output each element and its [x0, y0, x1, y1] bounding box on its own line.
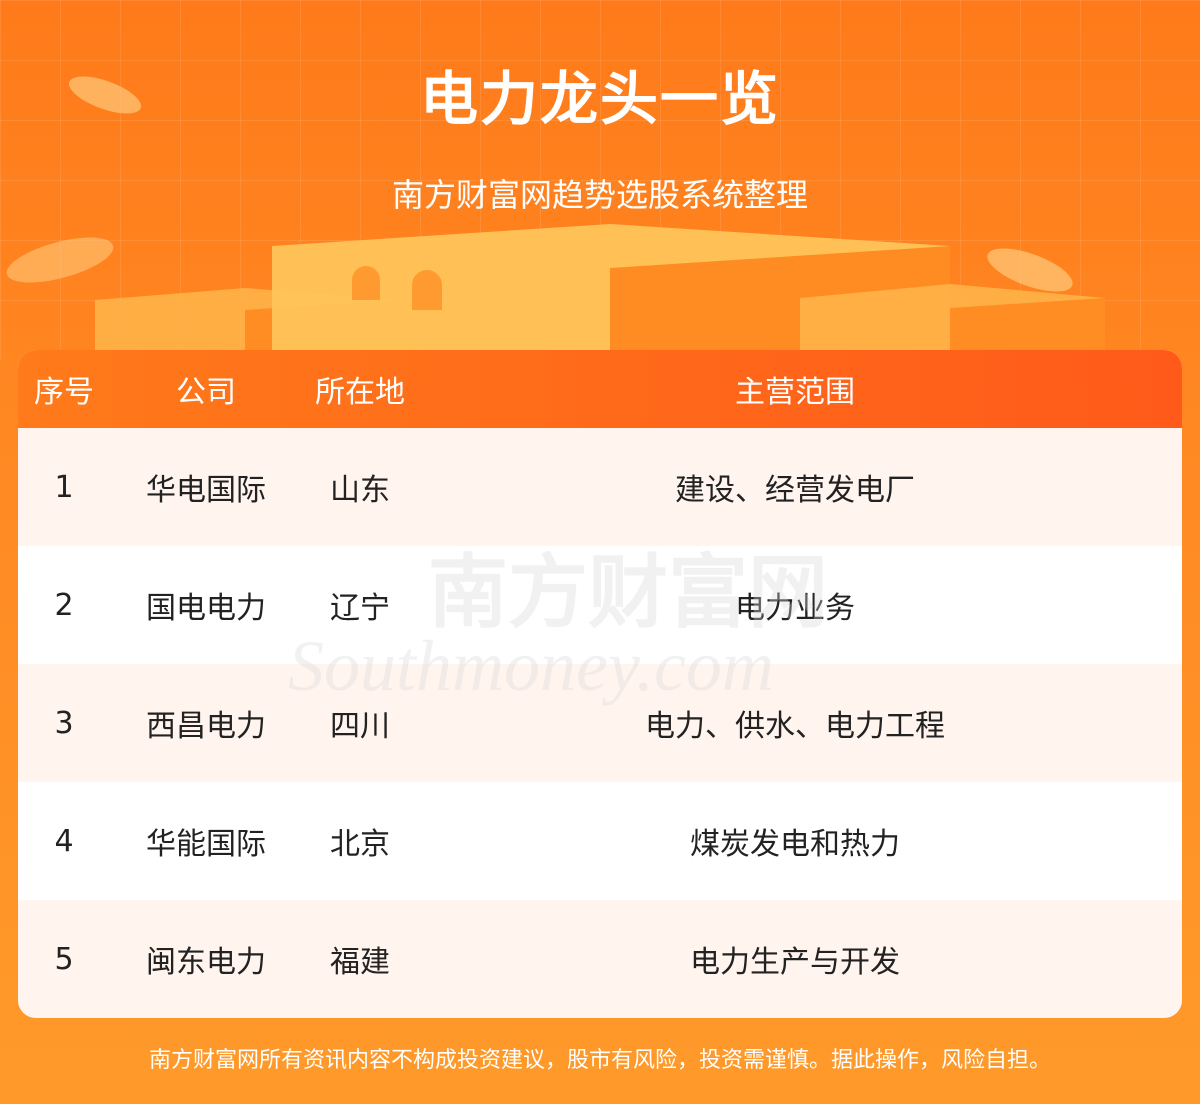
column-header-business: 主营范围	[735, 375, 855, 410]
row-location: 辽宁	[330, 591, 390, 626]
row-location: 北京	[330, 827, 390, 862]
row-no: 3	[54, 705, 74, 741]
row-location: 山东	[330, 473, 390, 508]
row-location: 四川	[330, 709, 390, 744]
data-table: 序号 公司 所在地 主营范围 1 华电国际 山东 建设、经营发电厂 2 国电电力…	[18, 350, 1182, 1018]
row-business: 煤炭发电和热力	[690, 827, 900, 862]
table-row: 1 华电国际 山东 建设、经营发电厂	[18, 428, 1182, 546]
table-row: 2 国电电力 辽宁 电力业务	[18, 546, 1182, 664]
row-location: 福建	[330, 945, 390, 980]
row-no: 5	[54, 941, 74, 977]
row-no: 1	[54, 469, 74, 505]
row-company: 闽东电力	[146, 945, 266, 980]
table-header: 序号 公司 所在地 主营范围	[18, 350, 1182, 428]
row-business: 电力、供水、电力工程	[645, 709, 945, 744]
row-company: 国电电力	[146, 591, 266, 626]
disclaimer: 南方财富网所有资讯内容不构成投资建议，股市有风险，投资需谨慎。据此操作，风险自担…	[148, 1048, 1051, 1073]
row-business: 电力业务	[735, 591, 855, 626]
coin-decoration	[68, 76, 142, 114]
page-title: 电力龙头一览	[419, 65, 780, 133]
column-header-company: 公司	[176, 375, 236, 410]
row-company: 西昌电力	[146, 709, 266, 744]
table-row: 4 华能国际 北京 煤炭发电和热力	[18, 782, 1182, 900]
row-company: 华能国际	[146, 827, 266, 862]
decorative-blocks	[6, 224, 1105, 360]
table-row: 5 闽东电力 福建 电力生产与开发	[18, 900, 1182, 1018]
row-company: 华电国际	[146, 473, 266, 508]
column-header-no: 序号	[34, 375, 94, 410]
column-header-location: 所在地	[315, 375, 405, 410]
row-no: 2	[54, 587, 74, 623]
row-no: 4	[54, 823, 74, 859]
row-business: 电力生产与开发	[690, 945, 900, 980]
table-row: 3 西昌电力 四川 电力、供水、电力工程	[18, 664, 1182, 782]
row-business: 建设、经营发电厂	[675, 473, 915, 508]
